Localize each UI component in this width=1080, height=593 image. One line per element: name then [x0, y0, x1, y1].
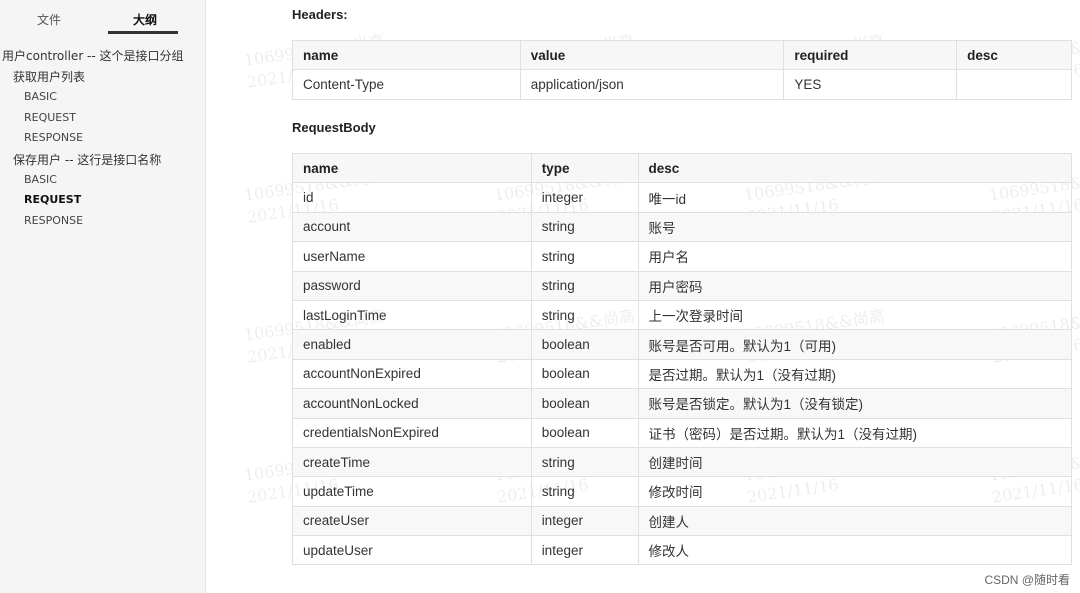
cell: account — [292, 211, 532, 243]
table-row: createUser integer 创建人 — [292, 505, 1073, 537]
cell: integer — [530, 505, 639, 537]
cell: 修改人 — [637, 535, 1073, 566]
cell: credentialsNonExpired — [292, 417, 532, 448]
active-tab-indicator — [108, 31, 178, 34]
table-row: Content-Type application/json YES — [292, 69, 1072, 100]
credit-text: CSDN @随时看 — [984, 573, 1070, 587]
outline-item-response[interactable]: RESPONSE — [24, 214, 83, 227]
cell — [956, 69, 1072, 100]
column-header: name — [292, 39, 521, 71]
cell: lastLoginTime — [292, 299, 532, 331]
cell: createUser — [292, 505, 532, 537]
outline-item-save-user[interactable]: 保存用户 -- 这行是接口名称 — [13, 151, 161, 168]
cell: updateUser — [292, 535, 532, 566]
sidebar: 文件 大纲 用户controller -- 这个是接口分组 获取用户列表 BAS… — [0, 0, 206, 593]
cell: string — [530, 270, 639, 301]
cell: integer — [530, 535, 639, 566]
column-header: name — [292, 152, 532, 184]
cell: 用户名 — [637, 241, 1073, 272]
cell: createTime — [292, 446, 532, 478]
table-row: password string 用户密码 — [292, 270, 1073, 301]
cell: string — [530, 446, 639, 478]
table-row: id integer 唯一id — [292, 182, 1073, 213]
document-content: Headers: name value required desc Conten… — [206, 0, 1080, 593]
table-row: account string 账号 — [292, 211, 1073, 243]
tab-files[interactable]: 文件 — [37, 11, 61, 28]
headers-title: Headers: — [292, 7, 348, 22]
table-row: accountNonExpired boolean 是否过期。默认为1（没有过期) — [292, 358, 1073, 390]
cell: string — [530, 476, 639, 507]
table-row: lastLoginTime string 上一次登录时间 — [292, 299, 1073, 331]
requestbody-table: name type desc id integer 唯一id account strin… — [292, 152, 1073, 566]
cell: boolean — [530, 388, 639, 419]
table-row: enabled boolean 账号是否可用。默认为1（可用) — [292, 329, 1073, 360]
column-header: desc — [956, 39, 1072, 71]
cell: password — [292, 270, 532, 301]
headers-table: name value required desc Content-Type ap… — [292, 39, 1072, 100]
table-row: accountNonLocked boolean 账号是否锁定。默认为1（没有锁定) — [292, 388, 1073, 419]
column-header: value — [519, 39, 785, 71]
cell: YES — [783, 69, 958, 100]
requestbody-title: RequestBody — [292, 120, 376, 135]
table-header-row: name type desc — [292, 152, 1073, 184]
cell: string — [530, 241, 639, 272]
sidebar-tabs: 文件 大纲 — [0, 0, 205, 36]
cell: accountNonExpired — [292, 358, 532, 390]
cell: enabled — [292, 329, 532, 360]
cell: 是否过期。默认为1（没有过期) — [637, 358, 1073, 390]
cell: 唯一id — [637, 182, 1073, 213]
cell: string — [530, 299, 639, 331]
cell: boolean — [530, 329, 639, 360]
cell: application/json — [519, 69, 785, 100]
cell: 创建人 — [637, 505, 1073, 537]
cell: userName — [292, 241, 532, 272]
outline-item-user-controller[interactable]: 用户controller -- 这个是接口分组 — [2, 47, 184, 64]
cell: 修改时间 — [637, 476, 1073, 507]
table-row: updateTime string 修改时间 — [292, 476, 1073, 507]
cell: Content-Type — [292, 69, 521, 100]
table-header-row: name value required desc — [292, 39, 1072, 71]
tab-outline[interactable]: 大纲 — [133, 11, 157, 28]
cell: string — [530, 211, 639, 243]
cell: updateTime — [292, 476, 532, 507]
cell: boolean — [530, 358, 639, 390]
column-header: required — [783, 39, 958, 71]
cell: 用户密码 — [637, 270, 1073, 301]
outline-item-basic[interactable]: BASIC — [24, 173, 57, 186]
cell: 创建时间 — [637, 446, 1073, 478]
table-row: userName string 用户名 — [292, 241, 1073, 272]
table-row: createTime string 创建时间 — [292, 446, 1073, 478]
cell: 账号是否锁定。默认为1（没有锁定) — [637, 388, 1073, 419]
cell: 账号 — [637, 211, 1073, 243]
outline-item-basic[interactable]: BASIC — [24, 90, 57, 103]
cell: 上一次登录时间 — [637, 299, 1073, 331]
column-header: type — [530, 152, 639, 184]
cell: id — [292, 182, 532, 213]
table-row: credentialsNonExpired boolean 证书（密码）是否过期。默… — [292, 417, 1073, 448]
cell: accountNonLocked — [292, 388, 532, 419]
cell: 账号是否可用。默认为1（可用) — [637, 329, 1073, 360]
cell: boolean — [530, 417, 639, 448]
outline-item-request-active[interactable]: REQUEST — [24, 193, 81, 206]
cell: integer — [530, 182, 639, 213]
table-row: updateUser integer 修改人 — [292, 535, 1073, 566]
outline-item-get-user-list[interactable]: 获取用户列表 — [13, 68, 85, 85]
cell: 证书（密码）是否过期。默认为1（没有过期) — [637, 417, 1073, 448]
outline-item-response[interactable]: RESPONSE — [24, 131, 83, 144]
column-header: desc — [637, 152, 1073, 184]
outline-item-request[interactable]: REQUEST — [24, 111, 76, 124]
